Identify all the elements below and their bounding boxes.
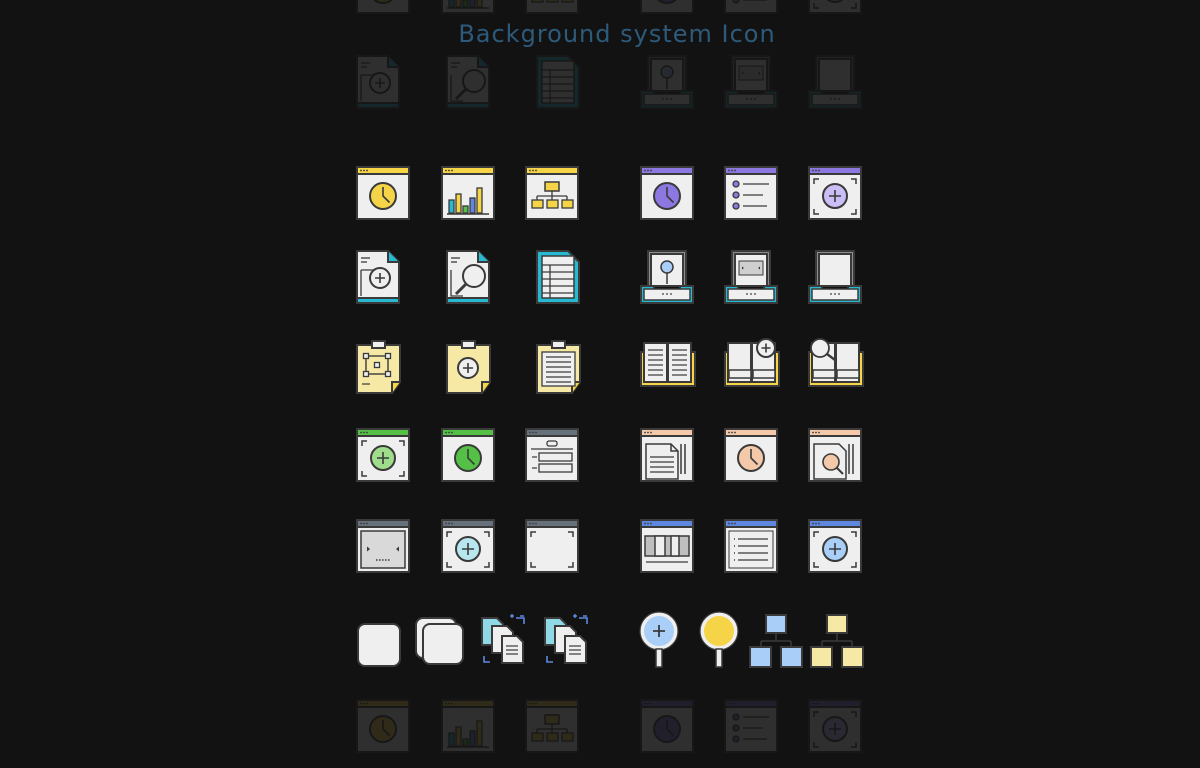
square-card-icon — [357, 623, 401, 667]
clock-window-icon — [724, 428, 778, 482]
hierarchy-icon — [749, 614, 803, 668]
bar-chart-window-icon — [441, 166, 495, 220]
faded-checklist-window-icon — [724, 699, 778, 753]
clipboard-frame-icon — [356, 340, 401, 394]
faded-checklist-window-icon — [724, 0, 778, 14]
org-chart-window-icon — [525, 166, 579, 220]
tray-search-icon — [640, 250, 694, 304]
faded-clock-window-icon — [356, 0, 410, 14]
copy-files-icon — [544, 614, 588, 664]
faded-bar-chart-window-icon — [441, 0, 495, 14]
faded-tray-empty-icon — [808, 55, 862, 109]
documents-window-icon — [640, 428, 694, 482]
magnifier-add-icon — [639, 611, 679, 668]
clock-window-icon — [356, 166, 410, 220]
search-document-icon — [446, 250, 490, 304]
faded-search-document-icon — [446, 55, 490, 109]
list-window-icon — [724, 519, 778, 573]
book-search-icon — [808, 338, 864, 387]
add-window-icon — [808, 519, 862, 573]
faded-add-window-icon — [808, 0, 862, 14]
icon-sheet: Background system Icon — [0, 0, 1200, 768]
faded-org-chart-window-icon — [525, 0, 579, 14]
faded-bar-chart-window-icon — [441, 699, 495, 753]
faded-clock-window-icon — [356, 699, 410, 753]
add-document-icon — [356, 250, 400, 304]
faded-org-chart-window-icon — [525, 699, 579, 753]
tray-empty-icon — [808, 250, 862, 304]
faded-table-document-icon — [536, 55, 580, 109]
form-window-icon — [525, 428, 579, 482]
add-window-icon — [441, 519, 495, 573]
faded-clock-window-icon — [640, 699, 694, 753]
faded-add-document-icon — [356, 55, 400, 109]
hierarchy-icon — [810, 614, 864, 668]
add-window-icon — [356, 428, 410, 482]
search-docs-window-icon — [808, 428, 862, 482]
stacked-cards-icon — [415, 617, 464, 665]
tray-slider-icon — [724, 250, 778, 304]
book-add-icon — [724, 338, 780, 387]
slider-window-icon — [356, 519, 410, 573]
table-document-icon — [536, 250, 580, 304]
copy-files-icon — [481, 614, 525, 664]
faded-add-window-icon — [808, 699, 862, 753]
clock-window-icon — [441, 428, 495, 482]
faded-tray-slider-icon — [724, 55, 778, 109]
frame-window-icon — [525, 519, 579, 573]
faded-clock-window-icon — [640, 0, 694, 14]
clock-window-icon — [640, 166, 694, 220]
clipboard-list-icon — [536, 340, 581, 394]
columns-window-icon — [640, 519, 694, 573]
open-book-icon — [640, 342, 696, 387]
checklist-window-icon — [724, 166, 778, 220]
faded-tray-search-icon — [640, 55, 694, 109]
clipboard-add-icon — [446, 340, 491, 394]
sheet-title: Background system Icon — [458, 20, 776, 48]
add-window-icon — [808, 166, 862, 220]
